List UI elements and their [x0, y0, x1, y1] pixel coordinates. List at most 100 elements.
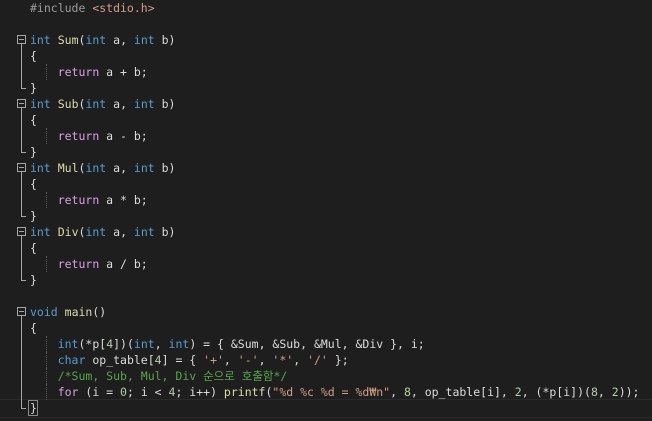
code-token: 8: [590, 385, 598, 399]
code-text: int Mul(int a, int b): [30, 160, 175, 176]
code-line[interactable]: }: [0, 80, 652, 96]
code-line[interactable]: return a + b;: [0, 64, 652, 80]
code-token: Mul: [57, 161, 79, 175]
code-token: ; i++): [175, 385, 224, 399]
code-line[interactable]: {: [0, 112, 652, 128]
code-text: {: [30, 240, 37, 256]
fold-guide: [14, 384, 28, 400]
code-line[interactable]: return a - b;: [0, 128, 652, 144]
code-token: int: [30, 161, 51, 175]
code-line[interactable]: {: [0, 176, 652, 192]
code-line[interactable]: for (i = 0; i < 4; i++) printf("%d %c %d…: [0, 384, 652, 400]
code-line[interactable]: return a / b;: [0, 256, 652, 272]
code-text: {: [30, 176, 37, 192]
fold-guide-line: [21, 240, 22, 256]
code-token: a,: [106, 33, 134, 47]
code-line[interactable]: }: [0, 144, 652, 160]
fold-guide-line: [21, 256, 22, 272]
code-line[interactable]: return a * b;: [0, 192, 652, 208]
code-line[interactable]: int Div(int a, int b): [0, 224, 652, 240]
code-token: printf: [223, 385, 266, 399]
code-token: /*Sum, Sub, Mul, Div 순으로 호출함*/: [57, 369, 288, 383]
code-token: ] = {: [161, 353, 204, 367]
fold-guide-line: [21, 176, 22, 192]
code-token: '-': [237, 353, 259, 367]
code-line[interactable]: /*Sum, Sub, Mul, Div 순으로 호출함*/: [0, 368, 652, 384]
fold-guide-end: [14, 144, 28, 160]
code-token: a / b;: [99, 257, 148, 271]
fold-guide-line: [21, 112, 22, 128]
code-line[interactable]: [0, 288, 652, 304]
fold-guide-end-line: [21, 80, 26, 89]
minus-box-icon: [17, 35, 26, 44]
code-line[interactable]: #include <stdio.h>: [0, 0, 652, 16]
code-token: main: [64, 305, 93, 319]
code-token: b): [154, 225, 176, 239]
fold-collapse-icon[interactable]: [14, 224, 28, 240]
code-line[interactable]: void main(): [0, 304, 652, 320]
code-text: }: [30, 400, 37, 416]
code-token: return: [57, 129, 100, 143]
fold-guide-end-line: [21, 272, 26, 281]
code-line[interactable]: int(*p[4])(int, int) = { &Sum, &Sub, &Mu…: [0, 336, 652, 352]
fold-guide: [14, 48, 28, 64]
minus-box-icon: [17, 163, 26, 172]
code-editor[interactable]: #include <stdio.h> int Sum(int a, int b){…: [0, 0, 652, 421]
fold-collapse-icon[interactable]: [14, 160, 28, 176]
code-token: b): [154, 33, 176, 47]
code-token: int: [85, 225, 107, 239]
code-line[interactable]: }: [0, 272, 652, 288]
code-line[interactable]: }: [0, 208, 652, 224]
code-line[interactable]: [0, 16, 652, 32]
code-line[interactable]: {: [0, 320, 652, 336]
code-token: return: [57, 193, 100, 207]
code-token: , (*p[i])(: [521, 385, 591, 399]
code-token: #include: [30, 1, 93, 15]
code-token: int: [30, 225, 51, 239]
code-token: Sub: [57, 97, 79, 111]
code-line[interactable]: {: [0, 48, 652, 64]
code-token: }: [30, 209, 37, 223]
code-token: Div: [57, 225, 79, 239]
code-token: int: [133, 337, 155, 351]
code-token: (): [92, 305, 107, 319]
fold-collapse-icon[interactable]: [14, 304, 28, 320]
code-line[interactable]: }: [0, 400, 652, 416]
code-token: char: [57, 353, 86, 367]
code-token: <stdio.h>: [92, 1, 155, 15]
code-token: ,: [390, 385, 404, 399]
code-line[interactable]: int Sum(int a, int b): [0, 32, 652, 48]
code-text: {: [30, 320, 37, 336]
fold-collapse-icon[interactable]: [14, 32, 28, 48]
code-text: #include <stdio.h>: [30, 0, 155, 16]
fold-collapse-icon[interactable]: [14, 96, 28, 112]
fold-guide-line: [21, 320, 22, 336]
code-line[interactable]: char op_table[4] = { '+', '-', '*', '/' …: [0, 352, 652, 368]
minus-box-icon: [17, 307, 26, 316]
code-text: }: [30, 272, 37, 288]
code-text: for (i = 0; i < 4; i++) printf("%d %c %d…: [30, 384, 640, 400]
code-token: int: [133, 97, 155, 111]
code-line[interactable]: {: [0, 240, 652, 256]
code-token: ,: [154, 337, 169, 351]
code-token: }: [30, 401, 37, 415]
code-text: }: [30, 208, 37, 224]
code-token: (i =: [78, 385, 121, 399]
code-line[interactable]: int Mul(int a, int b): [0, 160, 652, 176]
fold-guide-line: [21, 352, 22, 368]
code-line[interactable]: int Sub(int a, int b): [0, 96, 652, 112]
code-token: (*p[: [78, 337, 107, 351]
fold-guide-end-line: [21, 400, 26, 409]
code-token: return: [57, 257, 100, 271]
code-token: a,: [106, 225, 134, 239]
fold-guide-line: [21, 368, 22, 384]
code-token: b): [154, 161, 176, 175]
